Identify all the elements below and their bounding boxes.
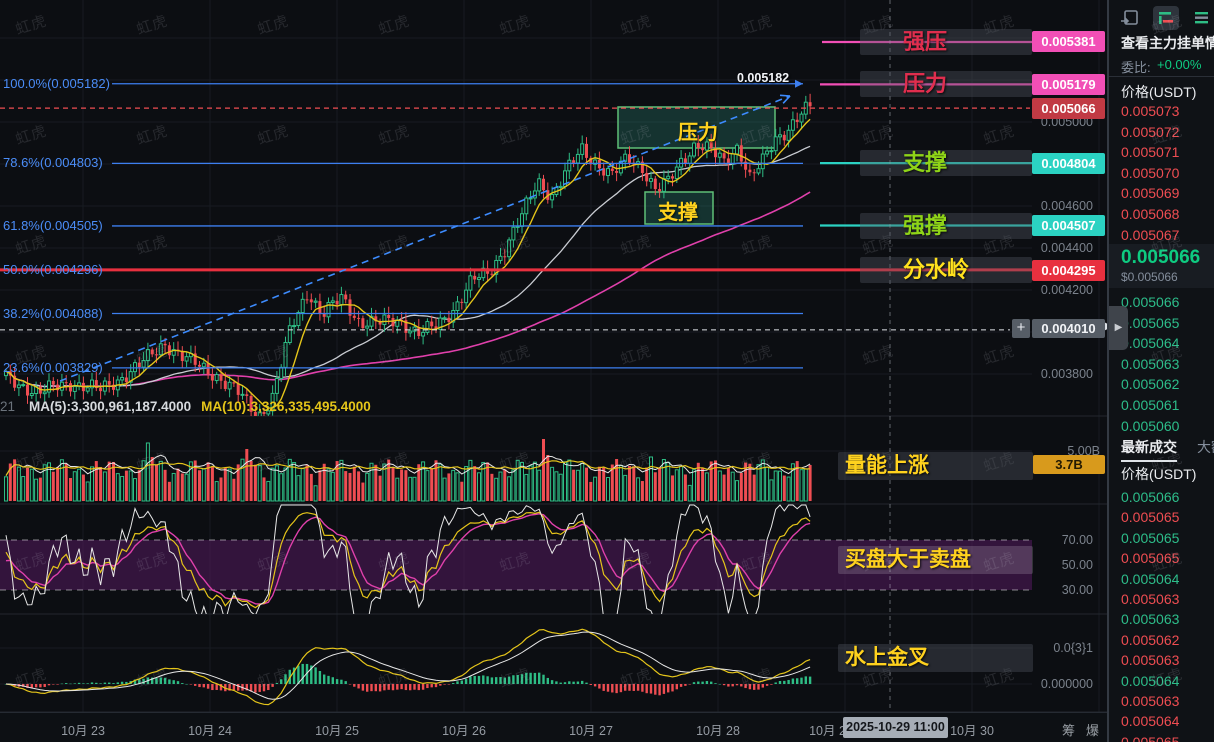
level-price-tag: 0.004295 (1032, 259, 1105, 281)
level-label-4: 分水岭 (903, 257, 970, 283)
kdj-axis-label: 30.00 (1061, 583, 1093, 597)
volume-series (4, 439, 812, 502)
volume-label: 量能上涨 (845, 454, 929, 477)
macd-series (4, 628, 812, 706)
recent-trades-tab[interactable]: 最新成交 (1121, 437, 1177, 462)
last-price: 0.005066 (1121, 247, 1201, 268)
trade-row[interactable]: 0.005064 (1121, 569, 1211, 589)
trade-row[interactable]: 0.005062 (1121, 630, 1211, 650)
fib-label-3: 50.0%(0.004296) (3, 261, 103, 277)
bid-row[interactable]: 0.005060 (1121, 416, 1211, 436)
time-axis-label: 10月 27 (569, 724, 613, 738)
chart-canvas[interactable] (0, 0, 1107, 742)
ma10-value: MA(10):3,326,335,495.4000 (201, 399, 371, 414)
ask-row[interactable]: 0.005069 (1121, 183, 1211, 203)
chart-region[interactable]: 100.0%(0.005182) 78.6%(0.004803) 61.8%(0.0… (0, 0, 1113, 742)
footer-tool-0[interactable]: 筹 (1062, 720, 1075, 739)
bid-row[interactable]: 0.005065 (1121, 313, 1211, 333)
price-axis-label: 0.003800 (1040, 367, 1093, 381)
panel-title: 查看主力挂单情 (1121, 35, 1214, 51)
ma-fragment: 21 (0, 399, 16, 414)
target-price-label: 0.005182 (737, 71, 790, 85)
level-price-tag: 0.004507 (1032, 215, 1105, 237)
ratio-label: 委比: (1121, 60, 1151, 75)
ask-row[interactable]: 0.005067 (1121, 225, 1211, 245)
ask-row[interactable]: 0.005071 (1121, 142, 1211, 162)
trade-row[interactable]: 0.005063 (1121, 650, 1211, 670)
trade-row[interactable]: 0.005065 (1121, 732, 1211, 742)
level-label-3: 强撑 (903, 212, 948, 238)
fib-label-2: 61.8%(0.004505) (3, 217, 103, 233)
ratio-value: +0.00% (1157, 57, 1202, 72)
watch-price-tag[interactable]: 0.004010 (1032, 319, 1105, 338)
footer-tool-1[interactable]: 爆 (1086, 720, 1099, 739)
time-axis-label: 10月 28 (696, 724, 740, 738)
last-price-usd: $0.005066 (1121, 270, 1178, 284)
level-label-1: 压力 (903, 71, 948, 97)
divider (1109, 76, 1214, 77)
macd-label: 水上金叉 (845, 646, 929, 669)
kdj-label: 买盘大于卖盘 (845, 548, 971, 571)
macd-axis-label: 0.000000 (1040, 677, 1093, 691)
level-price-tag: 0.004804 (1032, 152, 1105, 174)
volume-value-tag: 3.7B (1033, 455, 1105, 474)
bid-row[interactable]: 0.005061 (1121, 395, 1211, 415)
add-alert-button[interactable]: + (1012, 319, 1030, 338)
fib-label-4: 38.2%(0.004088) (3, 305, 103, 321)
large-orders-tab[interactable]: 大额 (1197, 437, 1214, 457)
trade-row[interactable]: 0.005065 (1121, 528, 1211, 548)
macd-axis-label: 0.0{3}1 (1053, 641, 1093, 655)
bid-row[interactable]: 0.005064 (1121, 333, 1211, 353)
trade-row[interactable]: 0.005063 (1121, 609, 1211, 629)
dock-left-icon[interactable] (1117, 6, 1143, 30)
kdj-axis-label: 70.00 (1061, 533, 1093, 547)
ask-row[interactable]: 0.005072 (1121, 122, 1211, 142)
current-price-tag: 0.005066 (1032, 97, 1105, 119)
level-label-0: 强压 (903, 28, 948, 54)
trade-row[interactable]: 0.005064 (1121, 671, 1211, 691)
time-axis-label: 10月 26 (442, 724, 486, 738)
box-label-1: 支撑 (658, 202, 698, 224)
price-axis-label: 0.005600 (973, 0, 1093, 3)
trades-price-header: 价格(USDT) (1121, 466, 1197, 482)
time-axis-label: 10月 30 (950, 724, 994, 738)
trade-row[interactable]: 0.005064 (1121, 711, 1211, 731)
orderbook-icon[interactable] (1153, 6, 1179, 30)
price-axis-label: 0.004600 (1040, 199, 1093, 213)
price-axis-label: 0.004400 (1040, 241, 1093, 255)
fib-label-0: 100.0%(0.005182) (3, 75, 110, 91)
trade-row[interactable]: 0.005063 (1121, 691, 1211, 711)
trade-row[interactable]: 0.005066 (1121, 487, 1211, 507)
ask-row[interactable]: 0.005073 (1121, 101, 1211, 121)
grid (0, 0, 1107, 713)
order-book-panel: 查看主力挂单情 委比: +0.00% 价格(USDT) 0.005073 0.00… (1107, 0, 1214, 742)
trading-app: 100.0%(0.005182) 78.6%(0.004803) 61.8%(0.0… (0, 0, 1214, 742)
price-header: 价格(USDT) (1121, 84, 1197, 100)
trade-row[interactable]: 0.005065 (1121, 548, 1211, 568)
box-label-0: 压力 (678, 122, 718, 144)
ma5-value: MA(5):3,300,961,187.4000 (29, 399, 192, 414)
level-price-tag: 0.005179 (1032, 73, 1105, 95)
time-axis[interactable]: 10月 23 10月 24 10月 25 10月 26 10月 27 10月 28 10月 … (0, 712, 1107, 742)
fib-label-1: 78.6%(0.004803) (3, 155, 103, 171)
list-icon[interactable] (1189, 6, 1214, 30)
kdj-axis-label: 50.00 (1061, 558, 1093, 572)
bid-row[interactable]: 0.005062 (1121, 374, 1211, 394)
time-crosshair-tag: 2025-10-29 11:00 (843, 717, 948, 738)
time-axis-label: 10月 25 (315, 724, 359, 738)
fib-label-5: 23.6%(0.003829) (3, 359, 103, 375)
ma-indicator-row: 21 MA(5):3,300,961,187.4000 MA(10):3,326,3… (0, 399, 371, 415)
ask-row[interactable]: 0.005070 (1121, 163, 1211, 183)
bid-row[interactable]: 0.005066 (1121, 292, 1211, 312)
trade-row[interactable]: 0.005063 (1121, 589, 1211, 609)
level-price-tag: 0.005381 (1032, 31, 1105, 53)
time-axis-label: 10月 23 (61, 724, 105, 738)
level-label-2: 支撑 (903, 150, 948, 176)
time-axis-label: 10月 24 (188, 724, 232, 738)
price-axis-label: 0.004200 (1040, 283, 1093, 297)
bid-row[interactable]: 0.005063 (1121, 354, 1211, 374)
trade-row[interactable]: 0.005065 (1121, 507, 1211, 527)
ask-row[interactable]: 0.005068 (1121, 204, 1211, 224)
panel-collapse-handle[interactable]: ▶ (1109, 306, 1128, 350)
